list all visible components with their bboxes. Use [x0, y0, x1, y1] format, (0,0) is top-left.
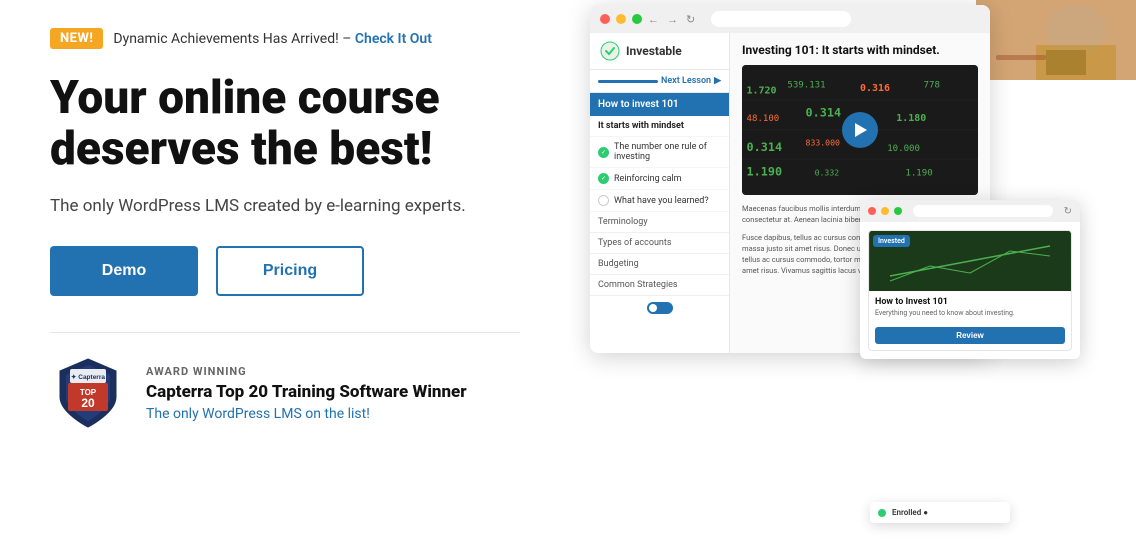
hero-headline: Your online course deserves the best! — [50, 73, 520, 174]
lms-progress-indicator — [598, 80, 658, 83]
lms-section-strategies: Common Strategies — [590, 275, 729, 296]
lms-top-bar: Next Lesson ▶ — [590, 70, 729, 93]
browser-maximize-dot — [632, 14, 642, 24]
small-browser-address — [913, 205, 1053, 217]
lms-next-lesson[interactable]: Next Lesson ▶ — [661, 76, 721, 86]
browser-address-bar[interactable] — [711, 11, 851, 27]
back-icon: ← — [648, 13, 659, 26]
lms-lesson-2: ✓ Reinforcing calm — [590, 168, 729, 190]
award-section: TOP 20 ✦ Capterra AWARD WINNING Capterra… — [50, 355, 520, 431]
course-card-body: How to Invest 101 Everything you need to… — [869, 291, 1071, 350]
left-section: NEW! Dynamic Achievements Has Arrived! –… — [0, 0, 560, 543]
lms-module-active: How to invest 101 — [590, 93, 729, 116]
award-category: AWARD WINNING — [146, 365, 467, 378]
lms-section-types: Types of accounts — [590, 233, 729, 254]
next-lesson-text: Next Lesson — [661, 76, 711, 86]
browser-nav-icons: ← → ↻ — [648, 13, 695, 26]
course-card-subtitle: Everything you need to know about invest… — [875, 309, 1065, 317]
lms-section-terminology: Terminology — [590, 212, 729, 233]
svg-text:✦ Capterra: ✦ Capterra — [71, 373, 105, 381]
course-card-image: Invested — [869, 231, 1071, 291]
browser-chrome-bar: ← → ↻ — [590, 5, 990, 33]
lms-logo-text: Investable — [626, 44, 682, 58]
lms-lesson-1: ✓ The number one rule of investing — [590, 137, 729, 168]
lms-sidebar: Investable Next Lesson ▶ How to invest 1… — [590, 33, 730, 353]
refresh-icon: ↻ — [686, 13, 695, 26]
lms-logo-icon — [600, 41, 620, 61]
capterra-badge: TOP 20 ✦ Capterra — [50, 355, 126, 431]
lms-toggle-switch[interactable] — [647, 302, 673, 314]
lesson-1-label: The number one rule of investing — [614, 142, 721, 162]
hero-subtext: The only WordPress LMS created by e-lear… — [50, 196, 520, 216]
award-description: The only WordPress LMS on the list! — [146, 406, 467, 422]
browser-minimize-dot — [616, 14, 626, 24]
forward-icon: → — [667, 13, 678, 26]
course-card: Invested How to Invest 101 Everything yo… — [868, 230, 1072, 351]
page-wrapper: NEW! Dynamic Achievements Has Arrived! –… — [0, 0, 1136, 543]
video-play-overlay[interactable] — [742, 65, 978, 195]
svg-text:20: 20 — [81, 396, 95, 410]
next-lesson-arrow: ▶ — [714, 76, 721, 86]
announcement-text: Dynamic Achievements Has Arrived! – Chec… — [113, 31, 432, 47]
award-title: Capterra Top 20 Training Software Winner — [146, 382, 467, 402]
lesson-2-check-icon: ✓ — [598, 173, 609, 184]
announcement-message: Dynamic Achievements Has Arrived! – — [113, 31, 351, 47]
announcement-bar: NEW! Dynamic Achievements Has Arrived! –… — [50, 28, 520, 49]
lms-lesson-current: It starts with mindset — [590, 116, 729, 137]
award-text: AWARD WINNING Capterra Top 20 Training S… — [146, 365, 467, 422]
course-card-title: How to Invest 101 — [875, 297, 1065, 307]
new-badge: NEW! — [50, 28, 103, 49]
browser-small-body: Invested How to Invest 101 Everything yo… — [860, 222, 1080, 359]
enrolled-text: Enrolled ● — [892, 508, 928, 517]
button-row: Demo Pricing — [50, 246, 520, 296]
small-browser-minimize-dot — [881, 207, 889, 215]
lesson-2-label: Reinforcing calm — [614, 174, 682, 184]
lms-video-thumbnail[interactable]: 1.720 539.131 0.316 778 48.100 0.314 1.1… — [742, 65, 978, 195]
course-card-invested-badge: Invested — [873, 235, 910, 247]
announcement-link[interactable]: Check It Out — [355, 31, 432, 47]
small-browser-maximize-dot — [894, 207, 902, 215]
lesson-3-label: What have you learned? — [614, 196, 709, 206]
lms-content-title: Investing 101: It starts with mindset. — [742, 43, 978, 57]
lms-section-budgeting: Budgeting — [590, 254, 729, 275]
pricing-button[interactable]: Pricing — [216, 246, 364, 296]
play-button[interactable] — [842, 112, 878, 148]
play-icon — [855, 123, 867, 137]
lesson-check-icon: ✓ — [598, 147, 609, 158]
small-browser-close-dot — [868, 207, 876, 215]
small-browser-refresh: ↻ — [1064, 206, 1072, 217]
lesson-current-label: It starts with mindset — [598, 121, 684, 131]
lesson-3-empty-icon — [598, 195, 609, 206]
browser-mockup-small: ↻ Invested — [860, 200, 1080, 359]
enrolled-card: Enrolled ● — [870, 502, 1010, 523]
enrolled-dot-icon — [878, 509, 886, 517]
demo-button[interactable]: Demo — [50, 246, 198, 296]
lms-lesson-3: What have you learned? — [590, 190, 729, 212]
browser-small-chrome-bar: ↻ — [860, 200, 1080, 222]
lms-logo-bar: Investable — [590, 33, 729, 70]
right-section: ← → ↻ Investable — [560, 0, 1136, 543]
browser-close-dot — [600, 14, 610, 24]
course-card-review-button[interactable]: Review — [875, 327, 1065, 344]
section-divider — [50, 332, 520, 333]
